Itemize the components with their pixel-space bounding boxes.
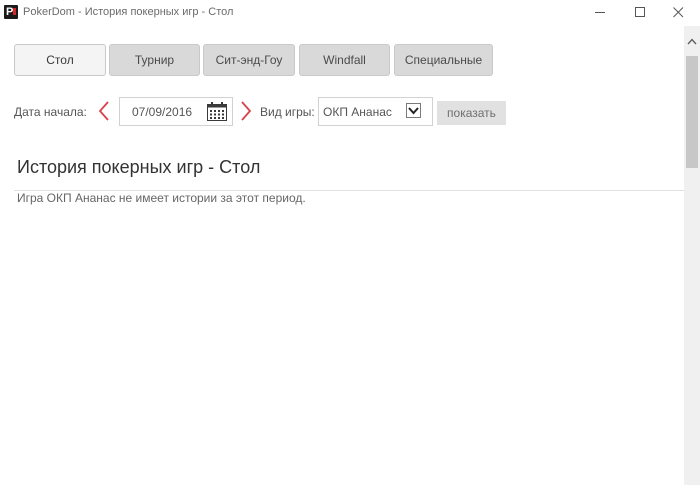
game-type-label: Вид игры: <box>260 105 315 119</box>
dropdown-toggle[interactable] <box>406 103 421 118</box>
show-button[interactable]: показать <box>437 101 506 125</box>
game-type-select[interactable]: ОКП Ананас <box>318 97 433 126</box>
pokerdom-logo-icon: P <box>4 5 18 19</box>
vertical-scrollbar[interactable] <box>684 26 700 485</box>
calendar-icon[interactable] <box>207 102 227 121</box>
close-icon <box>673 7 684 18</box>
tab-tournament[interactable]: Турнир <box>109 44 200 76</box>
tab-table[interactable]: Стол <box>14 44 106 76</box>
game-type-value: ОКП Ананас <box>323 105 392 119</box>
filter-bar: Дата начала: Вид игры: ОКП А <box>0 96 680 126</box>
tab-windfall[interactable]: Windfall <box>299 44 390 76</box>
minimize-button[interactable] <box>578 0 622 26</box>
close-button[interactable] <box>656 0 700 26</box>
chevron-down-icon <box>408 107 419 115</box>
tab-sit-and-go[interactable]: Сит-энд-Гоу <box>203 44 295 76</box>
maximize-icon <box>635 7 645 17</box>
start-date-label: Дата начала: <box>14 105 87 119</box>
title-bar: P PokerDom - История покерных игр - Стол <box>0 0 700 26</box>
scrollbar-thumb[interactable] <box>686 56 698 168</box>
start-date-input[interactable] <box>132 105 200 119</box>
page-title: История покерных игр - Стол <box>17 157 261 177</box>
tab-special[interactable]: Специальные <box>394 44 493 76</box>
empty-history-message: Игра ОКП Ананас не имеет истории за этот… <box>17 191 306 205</box>
start-date-field[interactable] <box>119 97 233 126</box>
app-window: P PokerDom - История покерных игр - Стол <box>0 0 700 485</box>
window-title: PokerDom - История покерных игр - Стол <box>23 6 234 18</box>
next-date-arrow-icon[interactable] <box>239 100 253 122</box>
minimize-icon <box>595 12 605 13</box>
previous-date-arrow-icon[interactable] <box>97 100 111 122</box>
scroll-up-arrow-icon[interactable] <box>687 38 697 45</box>
